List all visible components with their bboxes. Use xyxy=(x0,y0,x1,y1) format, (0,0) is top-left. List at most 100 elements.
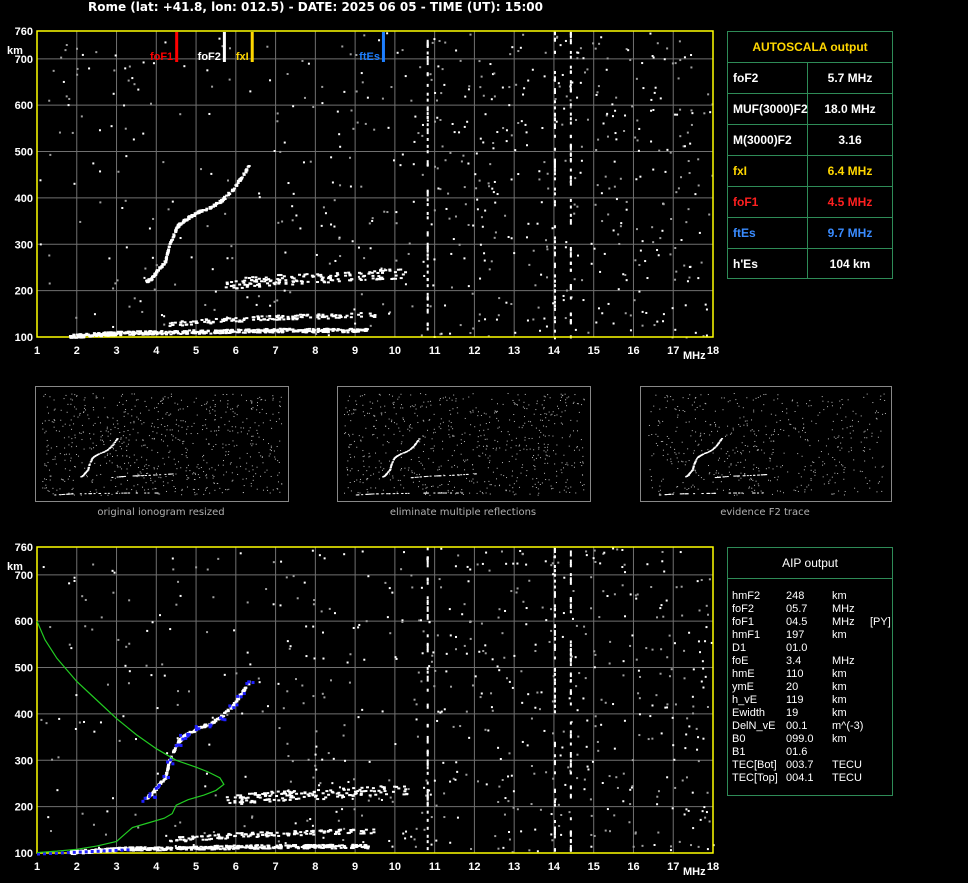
noise-dot xyxy=(464,203,467,206)
trace-point xyxy=(321,331,325,334)
thumb-trace-dot xyxy=(85,471,88,473)
thumb-dot xyxy=(127,429,129,431)
noise-dot xyxy=(381,97,384,100)
thumb-dot xyxy=(122,403,124,405)
trace-point xyxy=(343,271,347,274)
noise-dot xyxy=(389,632,392,635)
trace-point xyxy=(388,269,392,272)
noise-dot xyxy=(586,68,589,71)
thumb-dot xyxy=(151,438,153,440)
noise-dot xyxy=(638,290,641,293)
thumb-dot xyxy=(111,462,113,464)
noise-dot xyxy=(595,321,598,324)
trace-point xyxy=(184,218,188,221)
noise-dot xyxy=(659,97,662,100)
interference-dot xyxy=(553,573,556,577)
noise-dot xyxy=(660,732,663,735)
noise-dot xyxy=(448,608,451,611)
noise-dot xyxy=(688,631,691,634)
noise-dot xyxy=(408,242,411,245)
thumb-dot xyxy=(450,413,452,415)
noise-dot xyxy=(455,635,458,638)
noise-dot xyxy=(343,90,346,93)
thumb-dot xyxy=(182,443,184,445)
noise-dot xyxy=(560,833,563,836)
noise-dot xyxy=(521,553,524,556)
thumb-dot xyxy=(486,438,488,440)
thumb-dot xyxy=(107,435,109,437)
interference-dot xyxy=(553,320,556,324)
noise-dot xyxy=(563,576,566,579)
noise-dot xyxy=(678,40,681,43)
noise-dot xyxy=(413,698,416,701)
noise-dot xyxy=(436,634,439,637)
noise-dot xyxy=(523,87,526,90)
thumb-dot xyxy=(146,459,148,461)
trace-point xyxy=(90,335,94,338)
noise-dot xyxy=(169,628,172,631)
noise-dot xyxy=(151,621,154,624)
thumb-dot xyxy=(162,398,164,400)
noise-dot xyxy=(687,160,690,163)
thumb-dot xyxy=(126,449,128,451)
trace-point xyxy=(253,801,257,804)
noise-dot xyxy=(418,619,421,622)
noise-dot xyxy=(601,782,604,785)
interference-dot xyxy=(553,304,556,308)
noise-dot xyxy=(401,153,404,156)
thumb-dot xyxy=(55,463,57,465)
thumb-dot xyxy=(246,433,248,435)
noise-dot xyxy=(546,172,549,175)
noise-dot xyxy=(443,792,446,795)
thumb-dot xyxy=(251,445,253,447)
trace-point xyxy=(218,332,222,335)
noise-dot xyxy=(480,692,483,695)
noise-dot xyxy=(522,600,525,603)
noise-dot xyxy=(705,308,708,311)
thumb-dot xyxy=(246,418,248,420)
noise-dot xyxy=(456,816,459,819)
interference-dot xyxy=(426,675,429,679)
noise-dot xyxy=(463,257,466,260)
thumb-dot xyxy=(481,492,483,494)
thumb-dot xyxy=(151,422,153,424)
thumb-dot xyxy=(262,462,264,464)
noise-dot xyxy=(505,140,508,143)
thumb-dot xyxy=(431,486,433,488)
thumb-dot xyxy=(210,430,212,432)
noise-dot xyxy=(339,184,342,187)
thumb-dot xyxy=(89,447,91,449)
noise-dot xyxy=(571,617,574,620)
thumb-dot xyxy=(120,438,122,440)
thumb-dot xyxy=(270,447,272,449)
thumb-dot xyxy=(69,469,71,471)
thumb-dot xyxy=(180,399,182,401)
thumb-dot xyxy=(147,472,149,474)
thumb-dot xyxy=(230,462,232,464)
thumb-dot xyxy=(117,490,119,492)
noise-dot xyxy=(521,740,524,743)
noise-dot xyxy=(706,848,709,851)
noise-dot xyxy=(410,574,413,577)
thumb-dot xyxy=(56,446,58,448)
noise-dot xyxy=(395,222,398,225)
noise-dot xyxy=(423,274,426,277)
noise-dot xyxy=(507,236,510,239)
thumb-dot xyxy=(537,494,539,496)
noise-dot xyxy=(656,320,659,323)
x-tick-label: 6 xyxy=(233,861,239,873)
noise-dot xyxy=(436,719,439,722)
thumb-dot xyxy=(393,422,395,424)
noise-dot xyxy=(243,825,246,828)
noise-dot xyxy=(440,710,443,713)
thumb-dot xyxy=(515,445,517,447)
trace-point xyxy=(236,328,240,331)
interference-dot xyxy=(569,559,572,563)
thumb-dot xyxy=(506,444,508,446)
thumb-trace-dot xyxy=(89,493,92,495)
thumb-dot xyxy=(109,460,111,462)
thumb-dot xyxy=(408,467,410,469)
noise-dot xyxy=(302,161,305,164)
noise-dot xyxy=(558,825,561,828)
thumb-dot xyxy=(519,449,521,451)
